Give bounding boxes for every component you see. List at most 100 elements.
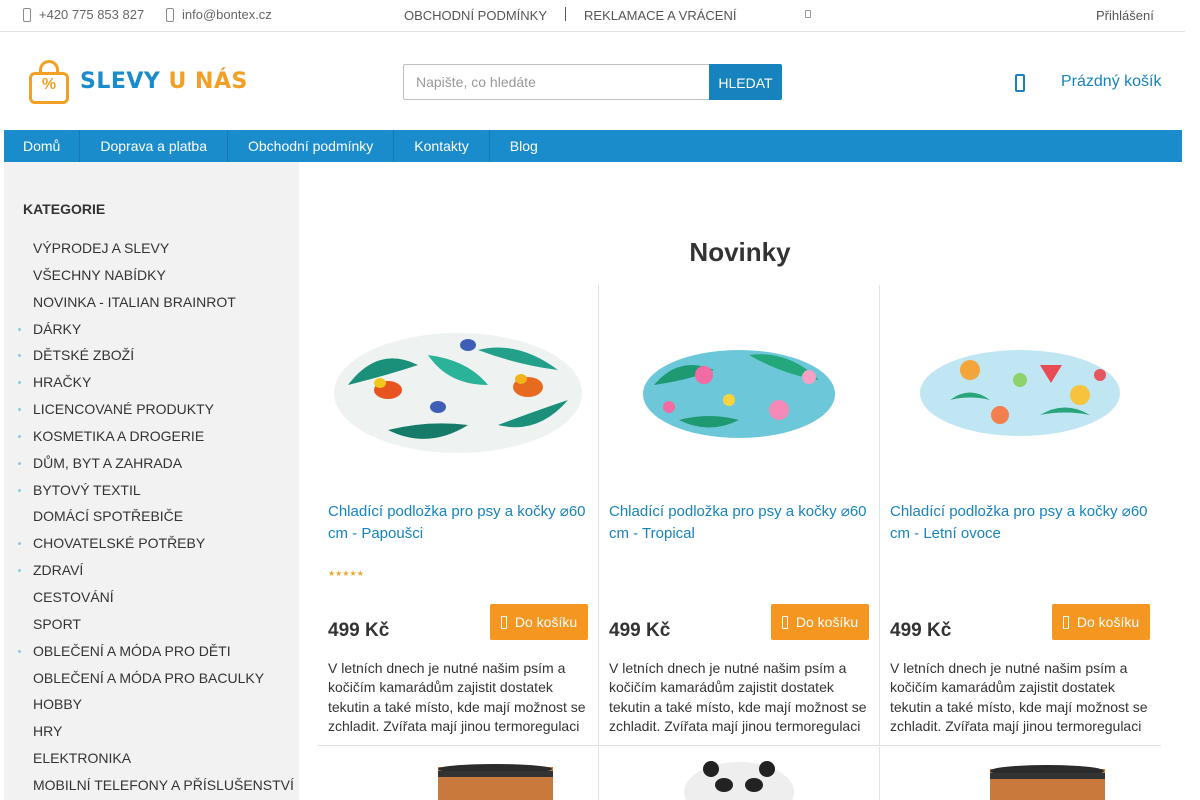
category-item[interactable]: HRY [4,718,299,745]
expand-bullet-icon [18,569,21,573]
expand-bullet-icon [18,434,21,438]
category-item[interactable]: OBLEČENÍ A MÓDA PRO BACULKY [4,665,299,692]
category-item[interactable]: DŮM, BYT A ZAHRADA [4,450,299,477]
category-label: LICENCOVANÉ PRODUKTY [33,401,214,418]
product-name[interactable]: Chladící podložka pro psy a kočky ⌀60 cm… [890,501,1155,545]
product-grid: Chladící podložka pro psy a kočky ⌀60 cm… [318,285,1162,800]
search-button[interactable]: HLEDAT [709,64,782,100]
nav-item-contacts[interactable]: Kontakty [394,130,490,162]
category-label: ELEKTRONIKA [33,750,132,767]
product-description: V letních dnech je nutné našim psím a ko… [609,660,867,734]
product-image[interactable] [318,747,599,800]
product-card: Chladící podložka pro psy a kočky ⌀60 cm… [599,285,880,746]
category-label: NOVINKA - ITALIAN BRAINROT [33,293,236,310]
email-address[interactable]: info@bontex.cz [182,7,272,22]
add-to-cart-label: Do košíku [514,614,578,630]
main-navigation: Domů Doprava a platba Obchodní podmínky … [4,130,1182,162]
category-item[interactable]: CHOVATELSKÉ POTŘEBY [4,530,299,557]
add-to-cart-button[interactable]: Do košíku [490,604,588,640]
category-label: CESTOVÁNÍ [33,588,114,605]
category-item[interactable]: ELEKTRONIKA [4,745,299,772]
rating-stars: ★★★★★ [328,569,364,578]
category-label: DÁRKY [33,320,82,337]
page-title: Novinky [689,237,791,267]
category-label: HOBBY [33,696,83,713]
category-item[interactable]: MOBILNÍ TELEFONY A PŘÍSLUŠENSTVÍ [4,772,299,800]
cart-icon [781,615,788,629]
top-link-terms[interactable]: OBCHODNÍ PODMÍNKY [404,8,547,23]
top-links: OBCHODNÍ PODMÍNKY REKLAMACE A VRÁCENÍ [404,6,736,23]
category-item[interactable]: DÁRKY [4,316,299,343]
nav-item-terms[interactable]: Obchodní podmínky [228,130,395,162]
expand-bullet-icon [18,488,21,492]
cart-icon[interactable] [1015,74,1025,92]
expand-bullet-icon [18,649,21,653]
category-label: KOSMETIKA A DROGERIE [33,427,205,444]
expand-bullet-icon [18,354,21,358]
nav-item-shipping[interactable]: Doprava a platba [80,130,228,162]
category-item[interactable]: HRAČKY [4,369,299,396]
category-label: OBLEČENÍ A MÓDA PRO BACULKY [33,669,265,686]
product-name[interactable]: Chladící podložka pro psy a kočky ⌀60 cm… [609,501,874,545]
product-image[interactable] [328,315,589,475]
category-item[interactable]: CESTOVÁNÍ [4,584,299,611]
category-item[interactable]: VŠECHNY NABÍDKY [4,262,299,289]
category-item[interactable]: LICENCOVANÉ PRODUKTY [4,396,299,423]
product-image[interactable] [890,315,1151,475]
cart-icon [500,615,507,629]
product-card: Chladící podložka pro psy a kočky ⌀60 cm… [318,285,599,746]
category-label: HRAČKY [33,374,92,391]
product-image[interactable] [599,747,880,800]
category-item[interactable]: KOSMETIKA A DROGERIE [4,423,299,450]
product-card [599,747,880,800]
product-image[interactable] [609,315,870,475]
nav-item-blog[interactable]: Blog [490,130,558,162]
top-links-divider [565,6,567,21]
category-label: DOMÁCÍ SPOTŘEBIČE [33,508,184,525]
top-bar: +420 775 853 827 info@bontex.cz OBCHODNÍ… [0,0,1185,32]
category-item[interactable]: SPORT [4,611,299,638]
email-icon [166,7,174,22]
category-item[interactable]: ZDRAVÍ [4,557,299,584]
expand-bullet-icon [18,381,21,385]
category-item[interactable]: HOBBY [4,691,299,718]
product-name[interactable]: Chladící podložka pro psy a kočky ⌀60 cm… [328,501,593,545]
category-label: ZDRAVÍ [33,562,84,579]
product-description: V letních dnech je nutné našim psím a ko… [890,660,1148,734]
category-item[interactable]: DOMÁCÍ SPOTŘEBIČE [4,503,299,530]
cart-label[interactable]: Prázdný košík [1061,73,1161,91]
cart-icon [1062,615,1069,629]
language-icon[interactable] [805,10,811,18]
phone-icon [23,7,31,22]
site-logo[interactable]: % SLEVY U NÁS [28,56,248,106]
phone-contact[interactable]: +420 775 853 827 [23,7,144,22]
logo-word-1: SLEVY [80,68,161,94]
category-label: SPORT [33,615,81,632]
product-price: 499 Kč [890,620,952,641]
add-to-cart-button[interactable]: Do košíku [771,604,869,640]
login-link[interactable]: Přihlášení [1096,8,1154,23]
category-item[interactable]: NOVINKA - ITALIAN BRAINROT [4,289,299,316]
add-to-cart-label: Do košíku [795,614,859,630]
category-item[interactable]: OBLEČENÍ A MÓDA PRO DĚTI [4,638,299,665]
category-label: DĚTSKÉ ZBOŽÍ [33,347,135,364]
shopping-bag-logo-icon: % [28,60,70,104]
category-item[interactable]: BYTOVÝ TEXTIL [4,477,299,504]
product-price: 499 Kč [609,620,671,641]
product-image[interactable] [880,747,1161,800]
product-description: V letních dnech je nutné našim psím a ko… [328,660,586,734]
top-link-returns[interactable]: REKLAMACE A VRÁCENÍ [584,8,736,23]
logo-word-2: U NÁS [168,68,248,94]
add-to-cart-button[interactable]: Do košíku [1052,604,1150,640]
category-sidebar: KATEGORIE VÝPRODEJ A SLEVY VŠECHNY NABÍDK… [4,162,299,800]
search-bar: HLEDAT [403,64,782,100]
product-price: 499 Kč [328,620,390,641]
search-input[interactable] [403,64,709,100]
category-item[interactable]: DĚTSKÉ ZBOŽÍ [4,342,299,369]
expand-bullet-icon [18,542,21,546]
nav-item-home[interactable]: Domů [4,130,81,162]
email-contact[interactable]: info@bontex.cz [166,7,272,22]
product-card [318,747,599,800]
phone-number[interactable]: +420 775 853 827 [39,7,144,22]
category-item[interactable]: VÝPRODEJ A SLEVY [4,235,299,262]
